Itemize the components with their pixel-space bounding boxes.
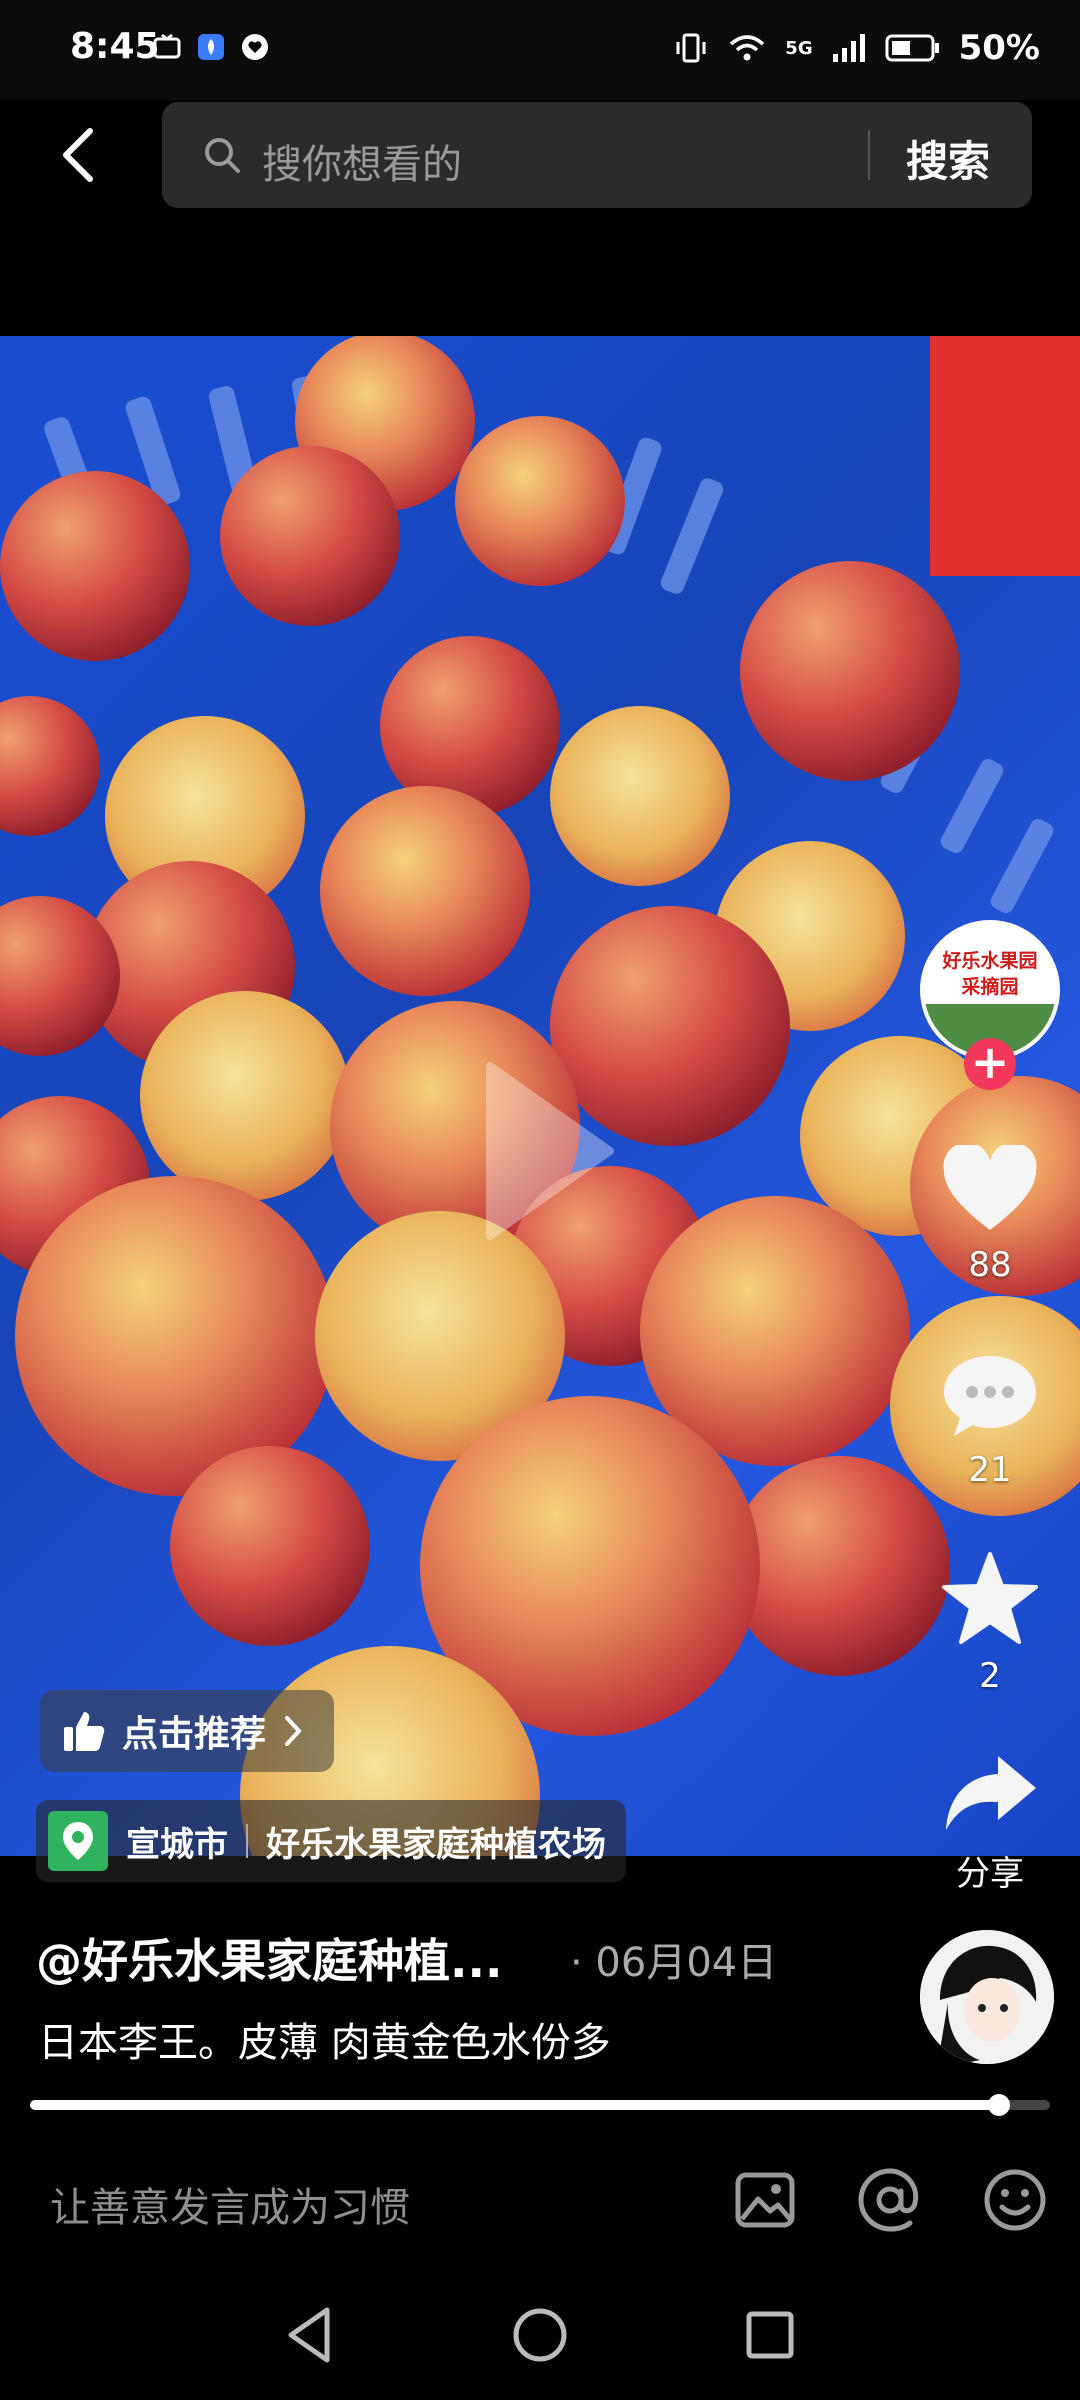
progress-fill	[30, 2100, 999, 2110]
signal-icon	[832, 34, 865, 62]
comment-count: 21	[968, 1450, 1012, 1490]
back-arrow-icon[interactable]	[50, 125, 110, 185]
nav-back-icon[interactable]	[275, 2300, 345, 2370]
thumbs-up-icon	[64, 1712, 105, 1751]
battery-level: 50%	[958, 28, 1040, 68]
system-icons: 5G 50%	[673, 28, 1040, 68]
network-type: 5G	[785, 37, 813, 59]
location-pin-icon	[48, 1811, 108, 1871]
emoji-icon[interactable]	[980, 2165, 1050, 2235]
favorite-action[interactable]: 2	[920, 1550, 1060, 1696]
avatar-illustration	[920, 1930, 1054, 2064]
author-name[interactable]: @好乐水果家庭种植...	[36, 1925, 502, 1991]
recommend-button[interactable]: 点击推荐	[40, 1690, 335, 1772]
play-icon[interactable]	[470, 1056, 620, 1246]
share-action[interactable]: 分享	[920, 1750, 1060, 1895]
publisher-logo-line1: 好乐水果园	[942, 950, 1038, 972]
star-icon[interactable]	[940, 1550, 1040, 1646]
location-divider	[246, 1824, 248, 1858]
search-bar[interactable]: 搜你想看的 搜索	[162, 102, 1032, 208]
like-action[interactable]: 88	[920, 1142, 1060, 1285]
recommend-label: 点击推荐	[122, 1714, 267, 1755]
vibrate-icon	[676, 33, 706, 63]
comment-input[interactable]: 让善意发言成为习惯	[50, 2175, 410, 2233]
comment-icon[interactable]	[940, 1350, 1040, 1440]
video-player[interactable]	[0, 336, 1080, 1856]
wifi-icon	[730, 35, 765, 61]
search-button[interactable]: 搜索	[906, 128, 990, 189]
search-icon	[205, 138, 240, 173]
progress-knob[interactable]	[988, 2094, 1010, 2116]
app-badge-icon	[198, 34, 224, 60]
share-label: 分享	[956, 1854, 1024, 1894]
heart-shield-icon	[242, 34, 268, 60]
publisher-logo-line2: 采摘园	[961, 976, 1019, 998]
location-tag[interactable]: 宣城市 好乐水果家庭种植农场	[36, 1800, 626, 1882]
author-avatar[interactable]	[920, 1930, 1054, 2064]
search-divider	[868, 130, 870, 180]
heart-icon[interactable]	[940, 1142, 1040, 1235]
location-place: 好乐水果家庭种植农场	[266, 1824, 606, 1865]
status-bar: 8:45 5G 50%	[0, 0, 1080, 100]
comment-action[interactable]: 21	[920, 1350, 1060, 1490]
search-input[interactable]: 搜你想看的	[262, 132, 462, 190]
post-description: 日本李王。皮薄 肉黄金色水份多	[38, 2020, 611, 2066]
image-icon[interactable]	[730, 2165, 800, 2235]
notification-icons	[152, 32, 270, 62]
favorite-count: 2	[979, 1656, 1001, 1696]
location-city: 宣城市	[126, 1824, 228, 1865]
tv-icon	[153, 33, 181, 59]
nav-recents-icon[interactable]	[735, 2300, 805, 2370]
follow-button[interactable]: +	[964, 1038, 1016, 1090]
share-arrow-icon[interactable]	[940, 1750, 1040, 1836]
status-time: 8:45	[70, 26, 160, 67]
mention-icon[interactable]	[855, 2165, 925, 2235]
post-date: · 06月04日	[570, 1940, 778, 1986]
like-count: 88	[968, 1245, 1012, 1285]
chevron-right-icon	[285, 1716, 302, 1746]
system-nav-bar	[0, 2270, 1080, 2400]
video-progress-bar[interactable]	[30, 2094, 1050, 2116]
battery-icon	[885, 34, 939, 62]
nav-home-icon[interactable]	[505, 2300, 575, 2370]
comment-bar: 让善意发言成为习惯	[0, 2145, 1080, 2255]
